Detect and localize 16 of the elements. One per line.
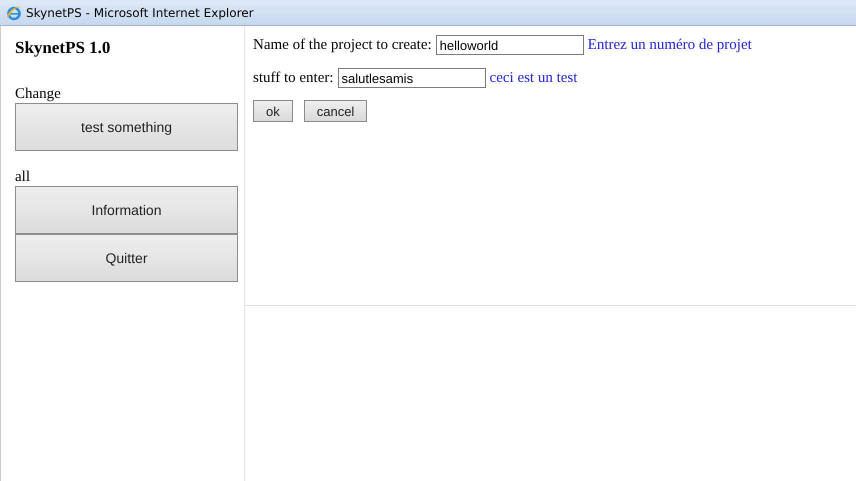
app-title: SkynetPS 1.0 [15, 37, 112, 59]
group-label: all [15, 169, 30, 186]
field-label: stuff to enter: [253, 70, 334, 86]
form-button[interactable]: ok [253, 100, 293, 122]
window-title: SkynetPS - Microsoft Internet Explorer [26, 6, 254, 20]
field-label: Name of the project to create: [253, 36, 432, 54]
input-field[interactable]: helloworld [436, 35, 584, 55]
input-field[interactable]: salutlesamis [338, 68, 486, 88]
form-button[interactable]: cancel [304, 100, 368, 122]
browser-logo-icon [6, 4, 22, 20]
hint-text: Entrez un numéro de projet [588, 36, 752, 54]
menu-button[interactable]: Quitter [15, 234, 238, 282]
hint-text: ceci est un test [490, 70, 578, 86]
menu-button[interactable]: Information [15, 186, 238, 234]
menu-button[interactable]: test something [15, 103, 238, 151]
group-label: Change [15, 86, 61, 103]
